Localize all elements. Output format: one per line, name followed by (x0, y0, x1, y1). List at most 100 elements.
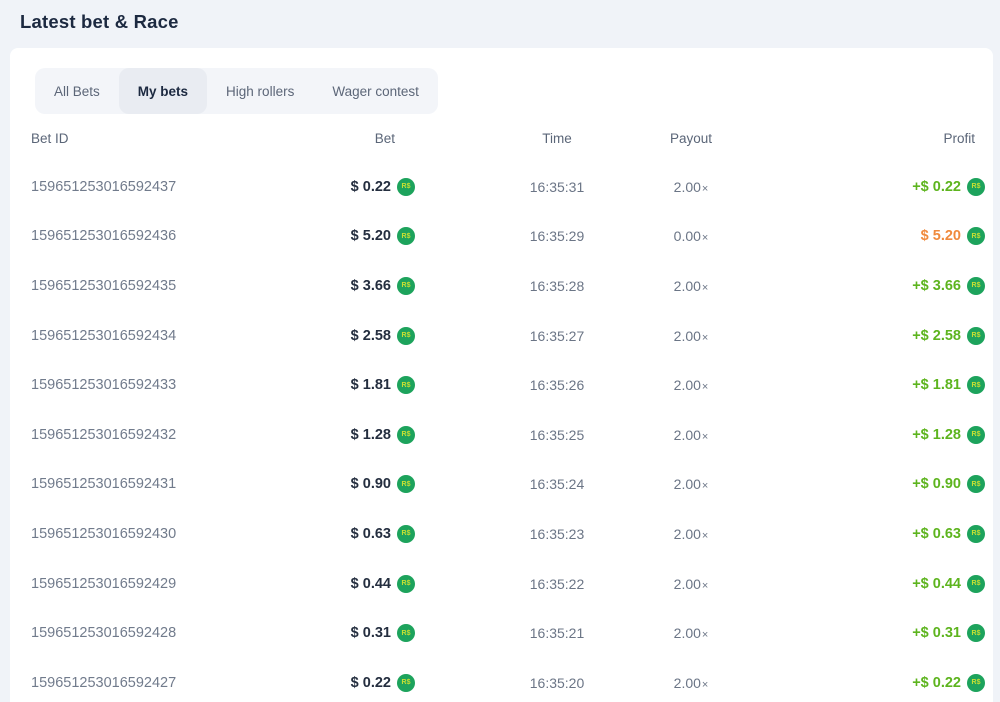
time-cell: 16:35:26 (415, 377, 599, 393)
profit-cell: +$ 0.63 R$ (783, 525, 993, 543)
table-row[interactable]: 159651253016592427 $ 0.22 R$ 16:35:20 2.… (10, 658, 993, 702)
payout-cell: 2.00× (599, 179, 783, 195)
currency-coin-icon: R$ (397, 277, 415, 295)
table-row[interactable]: 159651253016592435 $ 3.66 R$ 16:35:28 2.… (10, 261, 993, 311)
tab-wager-contest[interactable]: Wager contest (313, 68, 438, 114)
table-row[interactable]: 159651253016592429 $ 0.44 R$ 16:35:22 2.… (10, 559, 993, 609)
profit-amount: +$ 0.90 (912, 476, 961, 492)
profit-amount: +$ 0.22 (912, 179, 961, 195)
time-cell: 16:35:31 (415, 179, 599, 195)
bet-cell: $ 1.81 R$ (340, 376, 415, 394)
payout-cell: 0.00× (599, 228, 783, 244)
currency-coin-icon: R$ (397, 674, 415, 692)
bet-amount: $ 0.22 (351, 675, 391, 691)
currency-coin-icon: R$ (397, 475, 415, 493)
currency-coin-icon: R$ (967, 376, 985, 394)
tab-my-bets[interactable]: My bets (119, 68, 207, 114)
tab-label: My bets (138, 84, 188, 99)
table-row[interactable]: 159651253016592432 $ 1.28 R$ 16:35:25 2.… (10, 410, 993, 460)
profit-amount: +$ 0.22 (912, 675, 961, 691)
payout-multiplier: 2.00 (674, 179, 701, 195)
table-row[interactable]: 159651253016592428 $ 0.31 R$ 16:35:21 2.… (10, 608, 993, 658)
time-cell: 16:35:21 (415, 625, 599, 641)
bet-amount: $ 0.90 (351, 476, 391, 492)
profit-cell: +$ 0.22 R$ (783, 674, 993, 692)
header-payout: Payout (599, 131, 783, 146)
bet-id-cell: 159651253016592431 (10, 476, 340, 492)
payout-multiplier: 2.00 (674, 576, 701, 592)
bet-cell: $ 0.44 R$ (340, 575, 415, 593)
payout-multiplier: 2.00 (674, 675, 701, 691)
multiplier-x-symbol: × (702, 679, 708, 691)
bet-cell: $ 1.28 R$ (340, 426, 415, 444)
multiplier-x-symbol: × (702, 232, 708, 244)
bet-amount: $ 1.28 (351, 427, 391, 443)
tab-high-rollers[interactable]: High rollers (207, 68, 313, 114)
header-time: Time (415, 131, 599, 146)
multiplier-x-symbol: × (702, 629, 708, 641)
bet-amount: $ 5.20 (351, 228, 391, 244)
profit-amount: +$ 1.28 (912, 427, 961, 443)
table-row[interactable]: 159651253016592431 $ 0.90 R$ 16:35:24 2.… (10, 460, 993, 510)
header-bet: Bet (340, 131, 415, 146)
currency-coin-icon: R$ (397, 327, 415, 345)
currency-coin-icon: R$ (397, 376, 415, 394)
profit-cell: +$ 1.81 R$ (783, 376, 993, 394)
multiplier-x-symbol: × (702, 332, 708, 344)
table-row[interactable]: 159651253016592436 $ 5.20 R$ 16:35:29 0.… (10, 212, 993, 262)
currency-coin-icon: R$ (397, 178, 415, 196)
currency-coin-icon: R$ (397, 525, 415, 543)
tab-label: All Bets (54, 84, 100, 99)
time-cell: 16:35:28 (415, 278, 599, 294)
profit-cell: +$ 0.22 R$ (783, 178, 993, 196)
bet-id-cell: 159651253016592437 (10, 179, 340, 195)
payout-multiplier: 2.00 (674, 377, 701, 393)
profit-amount: +$ 1.81 (912, 377, 961, 393)
currency-coin-icon: R$ (967, 624, 985, 642)
table-header-row: Bet ID Bet Time Payout Profit (10, 114, 993, 162)
payout-multiplier: 2.00 (674, 427, 701, 443)
tab-all-bets[interactable]: All Bets (35, 68, 119, 114)
payout-multiplier: 2.00 (674, 278, 701, 294)
bet-amount: $ 0.63 (351, 526, 391, 542)
table-row[interactable]: 159651253016592437 $ 0.22 R$ 16:35:31 2.… (10, 162, 993, 212)
payout-cell: 2.00× (599, 625, 783, 641)
bet-amount: $ 0.22 (351, 179, 391, 195)
bet-cell: $ 0.22 R$ (340, 674, 415, 692)
profit-amount: +$ 2.58 (912, 328, 961, 344)
profit-amount: $ 5.20 (921, 228, 961, 244)
currency-coin-icon: R$ (967, 674, 985, 692)
profit-cell: +$ 0.31 R$ (783, 624, 993, 642)
time-cell: 16:35:29 (415, 228, 599, 244)
tab-label: Wager contest (332, 84, 419, 99)
payout-cell: 2.00× (599, 377, 783, 393)
bet-cell: $ 3.66 R$ (340, 277, 415, 295)
bet-cell: $ 5.20 R$ (340, 227, 415, 245)
header-bet-id: Bet ID (10, 131, 340, 146)
bet-cell: $ 0.63 R$ (340, 525, 415, 543)
table-row[interactable]: 159651253016592430 $ 0.63 R$ 16:35:23 2.… (10, 509, 993, 559)
currency-coin-icon: R$ (967, 575, 985, 593)
bet-amount: $ 0.44 (351, 576, 391, 592)
currency-coin-icon: R$ (967, 227, 985, 245)
time-cell: 16:35:24 (415, 476, 599, 492)
profit-cell: $ 5.20 R$ (783, 227, 993, 245)
multiplier-x-symbol: × (702, 183, 708, 195)
table-row[interactable]: 159651253016592434 $ 2.58 R$ 16:35:27 2.… (10, 311, 993, 361)
multiplier-x-symbol: × (702, 480, 708, 492)
table-row[interactable]: 159651253016592433 $ 1.81 R$ 16:35:26 2.… (10, 360, 993, 410)
payout-cell: 2.00× (599, 278, 783, 294)
time-cell: 16:35:22 (415, 576, 599, 592)
header-profit: Profit (783, 131, 993, 146)
profit-cell: +$ 0.90 R$ (783, 475, 993, 493)
bet-id-cell: 159651253016592435 (10, 278, 340, 294)
time-cell: 16:35:25 (415, 427, 599, 443)
payout-multiplier: 2.00 (674, 625, 701, 641)
currency-coin-icon: R$ (397, 426, 415, 444)
profit-amount: +$ 3.66 (912, 278, 961, 294)
multiplier-x-symbol: × (702, 282, 708, 294)
bet-id-cell: 159651253016592427 (10, 675, 340, 691)
profit-amount: +$ 0.31 (912, 625, 961, 641)
bet-amount: $ 3.66 (351, 278, 391, 294)
bet-id-cell: 159651253016592432 (10, 427, 340, 443)
